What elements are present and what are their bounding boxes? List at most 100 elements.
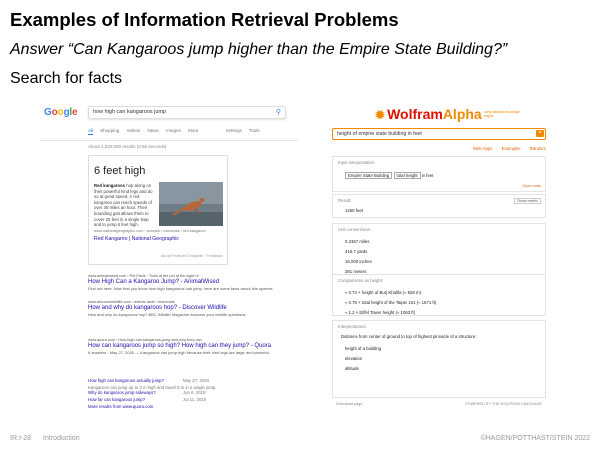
- result-snippet: How and why do kangaroos hop? BBC Wildli…: [88, 312, 247, 317]
- search-input[interactable]: how high can kangaroos jump: [93, 109, 166, 115]
- tab-news[interactable]: News: [148, 128, 159, 133]
- interpretation-lead: Distance from center of ground to top of…: [341, 334, 477, 339]
- snippet-answer: 6 feet high: [94, 165, 146, 177]
- conversion-item: 416.7 yards: [345, 249, 368, 254]
- snippet-source: www.nationalgeographic.com › animals › m…: [94, 229, 206, 233]
- divider: [40, 140, 298, 141]
- pod-title: Input interpretation:: [338, 160, 376, 165]
- pod-title: Comparisons as height:: [338, 278, 384, 283]
- comparison-item: ≈ 0.74 × height of Burj Khalifa (≈ 828 m…: [345, 290, 422, 295]
- pod-input-interpretation: Input interpretation: Empire State Build…: [332, 156, 546, 192]
- query-input[interactable]: height of empire state building in feet: [337, 131, 422, 137]
- google-logo[interactable]: Google: [44, 107, 78, 118]
- examples-link[interactable]: Examples: [502, 146, 521, 151]
- google-tabs: All Shopping Videos News Images More Set…: [88, 128, 266, 138]
- interpretation-list: height of a building elevation altitude: [345, 344, 381, 374]
- sub-result-link[interactable]: How far can kangaroos jump?: [88, 397, 183, 402]
- google-header: Google how high can kangaroos jump ⚲: [40, 102, 298, 124]
- sub-result-row: How far can kangaroos jump? Jul 11, 2016: [88, 397, 248, 404]
- equals-button[interactable]: =: [536, 130, 544, 137]
- google-search-box[interactable]: how high can kangaroos jump ⚲: [88, 106, 286, 119]
- more-results-link[interactable]: More results from www.quora.com: [88, 404, 248, 409]
- featured-snippet: 6 feet high Red kangaroos hop along on t…: [88, 155, 228, 265]
- random-link[interactable]: Random: [530, 146, 546, 151]
- slide-subtitle: Answer “Can Kangaroos jump higher than t…: [10, 41, 508, 58]
- page-number: IR:I-28: [10, 435, 32, 442]
- comparison-item: ≈ 0.75 × total height of the Taipei 101 …: [345, 300, 437, 305]
- entity-box: Empire State Building: [345, 172, 393, 179]
- pod-title: Result:: [338, 198, 352, 203]
- comparison-item: ≈ 1.2 × Eiffel Tower height (≈ 1063 ft): [345, 310, 416, 315]
- logo-letter: G: [44, 107, 52, 118]
- wolfram-alpha-screenshot: ✹ WolframAlpha computational knowledge en…: [330, 102, 550, 422]
- slide-point: Search for facts: [10, 70, 123, 87]
- conversion-item: 0.2367 miles: [345, 239, 370, 244]
- tab-images[interactable]: Images: [166, 128, 181, 133]
- result-title-link[interactable]: How and why do kangaroos hop? - Discover…: [88, 305, 298, 311]
- sub-result-link[interactable]: How high can kangaroos actually jump?: [88, 378, 183, 383]
- result-snippet: 6 answers · May 27, 2020 — Kangaroos can…: [88, 350, 270, 355]
- result-url: www.discoverwildlife.com › animal-facts …: [88, 300, 175, 304]
- search-result: www.discoverwildlife.com › animal-facts …: [88, 300, 298, 317]
- snippet-text-body: hop along on their powerful hind legs an…: [94, 183, 153, 228]
- result-url: www.animalwised.com › Pet Facts · Tools …: [88, 274, 199, 278]
- search-icon[interactable]: ⚲: [276, 108, 281, 116]
- sub-result-date: Jun 6, 2018: [183, 390, 206, 396]
- comparison-list: ≈ 0.74 × height of Burj Khalifa (≈ 828 m…: [345, 288, 436, 318]
- interpretation-item: elevation: [345, 356, 363, 361]
- slide-title: Examples of Information Retrieval Proble…: [10, 9, 399, 30]
- snippet-link[interactable]: Red Kangaroo | National Geographic: [94, 236, 179, 242]
- tab-shopping[interactable]: Shopping: [100, 128, 119, 133]
- logo-text: Alpha: [442, 106, 482, 122]
- snippet-text: Red kangaroos hop along on their powerfu…: [94, 183, 156, 228]
- pod-title: Unit conversions:: [338, 227, 371, 232]
- sub-result-date: Jul 11, 2016: [183, 397, 207, 403]
- google-results-screenshot: Google how high can kangaroos jump ⚲ All…: [40, 102, 298, 414]
- conversion-item: 15,000 inches: [345, 259, 372, 264]
- show-metric-button[interactable]: Show metric: [514, 198, 541, 204]
- result-title-link[interactable]: How High Can a Kangaroo Jump? - AnimalWi…: [88, 279, 298, 285]
- wolfram-toolbar: Web Apps Examples Random: [332, 146, 546, 151]
- result-snippet: Find out here. Now that you know how hig…: [88, 286, 274, 291]
- interpretation-item: altitude: [345, 366, 359, 371]
- wolfram-logo[interactable]: ✹ WolframAlpha: [375, 106, 482, 122]
- tab-more[interactable]: More: [188, 128, 198, 133]
- interpretation-item: height of a building: [345, 346, 382, 351]
- pod-interpretations: Interpretations: Distance from center of…: [332, 320, 546, 398]
- pod-result: Result: Show metric 1250 feet: [332, 194, 546, 218]
- search-result: www.animalwised.com › Pet Facts · Tools …: [88, 274, 298, 291]
- result-url: www.quora.com › How-high-can-kangaroos-j…: [88, 338, 202, 342]
- logo-text: Wolfram: [387, 106, 443, 122]
- section-name: Introduction: [43, 435, 80, 442]
- result-value: 1250 feet: [345, 208, 363, 213]
- property-box: total height: [393, 172, 421, 179]
- powered-by-text: POWERED BY THE WOLFRAM LANGUAGE: [465, 402, 542, 406]
- sub-result-date: May 27, 2020: [183, 378, 210, 383]
- logo-letter: e: [71, 107, 78, 118]
- slide-footer-left: IR:I-28 Introduction: [10, 435, 92, 442]
- result-count: About 4,520,000 results (0.56 seconds): [88, 144, 167, 149]
- pod-title: Interpretations:: [338, 324, 367, 329]
- wolfram-star-icon: ✹: [375, 108, 386, 122]
- pod-comparisons: Comparisons as height: ≈ 0.74 × height o…: [332, 274, 546, 316]
- tab-videos[interactable]: Videos: [127, 128, 141, 133]
- sub-result-row: Why do kangaroos jump sideways? Jun 6, 20…: [88, 390, 248, 397]
- open-code-link[interactable]: Open code: [522, 184, 541, 188]
- web-apps-link[interactable]: Web Apps: [473, 146, 493, 151]
- unit-text: in feet: [421, 173, 434, 178]
- slide-footer-copyright: ©HAGEN/POTTHAST/STEIN 2022: [480, 435, 590, 442]
- download-page-link[interactable]: Download page: [336, 402, 362, 406]
- snippet-text-bold: Red kangaroos: [94, 183, 126, 188]
- wolfram-query-box[interactable]: height of empire state building in feet …: [332, 128, 546, 140]
- wolfram-tagline: computational knowledge engine: [484, 110, 520, 118]
- search-result: www.quora.com › How-high-can-kangaroos-j…: [88, 338, 298, 355]
- tab-all[interactable]: All: [88, 128, 94, 135]
- pod-body: Empire State Building total height in fe…: [345, 172, 434, 179]
- snippet-footer[interactable]: About Featured Snippets · Feedback: [94, 254, 223, 258]
- tab-tools[interactable]: Tools: [249, 128, 260, 133]
- sub-result-link[interactable]: Why do kangaroos jump sideways?: [88, 390, 183, 395]
- result-title-link[interactable]: How can kangaroos jump so high? How high…: [88, 343, 298, 349]
- kangaroo-photo[interactable]: [159, 182, 223, 226]
- sub-result-row: How high can kangaroos actually jump? May…: [88, 378, 248, 385]
- tab-settings[interactable]: Settings: [226, 128, 242, 133]
